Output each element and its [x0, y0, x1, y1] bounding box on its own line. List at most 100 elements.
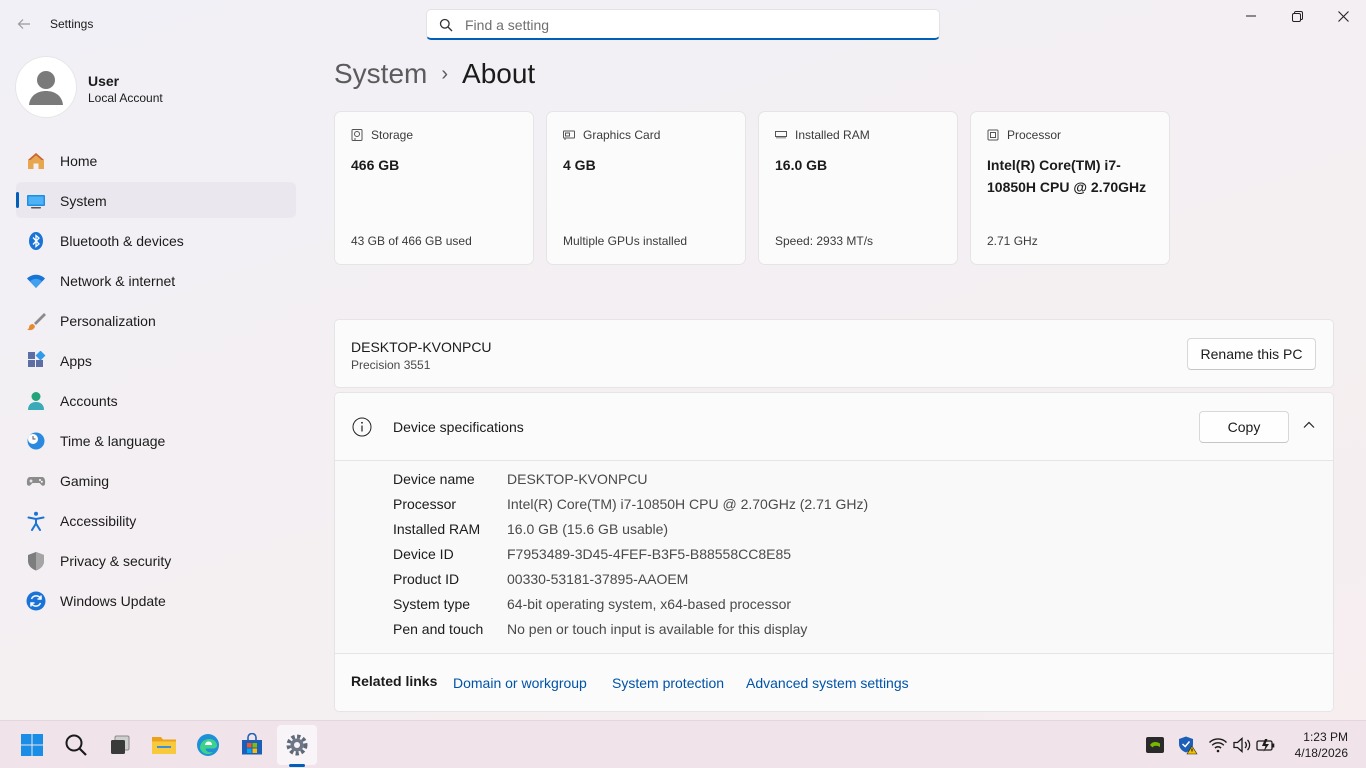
task-view-icon: [111, 735, 130, 754]
card-value: 466 GB: [351, 157, 400, 173]
sidebar-item-label: Windows Update: [60, 593, 166, 609]
card-sub: Multiple GPUs installed: [563, 234, 688, 248]
accessibility-icon: [27, 511, 45, 531]
related-links-label: Related links: [351, 673, 438, 689]
device-specifications-title: Device specifications: [393, 419, 524, 435]
store-icon: [242, 733, 262, 755]
storage-icon: [351, 129, 363, 141]
task-view-button[interactable]: [100, 725, 140, 765]
copy-button[interactable]: Copy: [1199, 411, 1289, 443]
bluetooth-icon: [29, 232, 43, 250]
ram-card: Installed RAM 16.0 GB Speed: 2933 MT/s: [758, 111, 958, 265]
sidebar-item-label: Personalization: [60, 313, 156, 329]
sidebar-item-apps[interactable]: Apps: [16, 342, 296, 378]
processor-icon: [987, 129, 999, 141]
minimize-button[interactable]: [1228, 0, 1274, 32]
ram-icon: [775, 131, 787, 139]
nvidia-icon[interactable]: [1145, 735, 1165, 755]
edge-icon: [197, 734, 219, 756]
spec-key: Product ID: [393, 571, 460, 587]
card-label: Processor: [1007, 128, 1062, 142]
processor-card: Processor Intel(R) Core(TM) i7-10850H CP…: [970, 111, 1170, 265]
card-sub: Speed: 2933 MT/s: [775, 234, 874, 248]
card-sub: 2.71 GHz: [987, 234, 1038, 248]
rename-pc-button[interactable]: Rename this PC: [1187, 338, 1316, 370]
card-value: Intel(R) Core(TM) i7-10850H CPU @ 2.70GH…: [987, 157, 1147, 195]
spec-key: Device ID: [393, 546, 454, 562]
device-specifications-panel: Device specifications Copy Device name DE…: [334, 392, 1334, 712]
device-specifications-header[interactable]: Device specifications Copy: [335, 393, 1333, 461]
graphics-card-icon: [563, 130, 575, 140]
breadcrumb-parent[interactable]: System: [334, 58, 427, 89]
accounts-icon: [28, 392, 44, 410]
maximize-button[interactable]: [1274, 0, 1320, 32]
search-box[interactable]: [426, 9, 940, 40]
volume-icon[interactable]: [1232, 735, 1252, 755]
spec-value: 16.0 GB (15.6 GB usable): [507, 521, 669, 537]
sidebar-item-time-language[interactable]: Time & language: [16, 422, 296, 458]
search-icon: [439, 18, 453, 32]
chevron-up-icon[interactable]: [1301, 417, 1317, 433]
taskbar-search-button[interactable]: [56, 725, 96, 765]
file-explorer-button[interactable]: [144, 725, 184, 765]
system-clock[interactable]: 1:23 PM 4/18/2026: [1295, 729, 1348, 761]
sidebar-item-personalization[interactable]: Personalization: [16, 302, 296, 338]
store-button[interactable]: [232, 725, 272, 765]
close-button[interactable]: [1320, 0, 1366, 32]
security-warning-icon[interactable]: [1178, 735, 1198, 755]
spec-key: Device name: [393, 471, 475, 487]
settings-icon: [286, 734, 308, 756]
spec-key: Installed RAM: [393, 521, 481, 537]
info-icon: [352, 417, 372, 437]
sidebar-item-bluetooth[interactable]: Bluetooth & devices: [16, 222, 296, 258]
system-protection-link[interactable]: System protection: [612, 675, 724, 691]
page-title: About: [462, 58, 536, 89]
breadcrumb-separator: ›: [441, 63, 449, 85]
sidebar-item-gaming[interactable]: Gaming: [16, 462, 296, 498]
taskbar: 1:23 PM 4/18/2026: [0, 720, 1366, 768]
home-icon: [28, 153, 44, 169]
clock-globe-icon: [27, 432, 45, 450]
avatar: [16, 57, 76, 117]
edge-button[interactable]: [188, 725, 228, 765]
sidebar-item-label: Network & internet: [60, 273, 176, 289]
sidebar-item-label: Accounts: [60, 393, 118, 409]
sidebar-item-label: Privacy & security: [60, 553, 172, 569]
sidebar-item-label: Gaming: [60, 473, 110, 489]
wifi-icon[interactable]: [1208, 735, 1228, 755]
shield-icon: [28, 552, 44, 571]
search-icon: [65, 734, 87, 756]
card-label: Installed RAM: [795, 128, 870, 142]
sidebar-item-system[interactable]: System: [16, 182, 296, 218]
card-label: Graphics Card: [583, 128, 661, 142]
sidebar-item-accounts[interactable]: Accounts: [16, 382, 296, 418]
domain-workgroup-link[interactable]: Domain or workgroup: [453, 675, 587, 691]
related-links: Related links Domain or workgroup System…: [335, 653, 1333, 711]
advanced-system-settings-link[interactable]: Advanced system settings: [746, 675, 909, 691]
user-avatar-icon: [29, 71, 63, 105]
sidebar-item-home[interactable]: Home: [16, 142, 296, 178]
sidebar-item-network[interactable]: Network & internet: [16, 262, 296, 298]
spec-key: System type: [393, 596, 471, 612]
sidebar-item-accessibility[interactable]: Accessibility: [16, 502, 296, 538]
app-title: Settings: [50, 17, 94, 31]
spec-value: No pen or touch input is available for t…: [507, 621, 808, 637]
settings-button[interactable]: [277, 725, 317, 765]
sidebar-item-label: Time & language: [60, 433, 166, 449]
sidebar-item-privacy-security[interactable]: Privacy & security: [16, 542, 296, 578]
battery-icon[interactable]: [1256, 735, 1276, 755]
active-app-indicator: [289, 764, 305, 767]
sidebar-item-label: Bluetooth & devices: [60, 233, 184, 249]
back-arrow-icon[interactable]: [14, 14, 34, 34]
pc-name-panel: DESKTOP-KVONPCU Precision 3551 Rename th…: [334, 319, 1334, 388]
sidebar-item-windows-update[interactable]: Windows Update: [16, 582, 296, 618]
pc-name: DESKTOP-KVONPCU: [351, 339, 492, 355]
card-label: Storage: [371, 128, 414, 142]
search-input[interactable]: [465, 15, 925, 35]
gamepad-icon: [26, 477, 46, 486]
sidebar-item-label: System: [60, 193, 107, 209]
sidebar-item-label: Home: [60, 153, 98, 169]
start-button[interactable]: [12, 725, 52, 765]
network-icon: [27, 274, 45, 288]
brush-icon: [27, 313, 46, 331]
